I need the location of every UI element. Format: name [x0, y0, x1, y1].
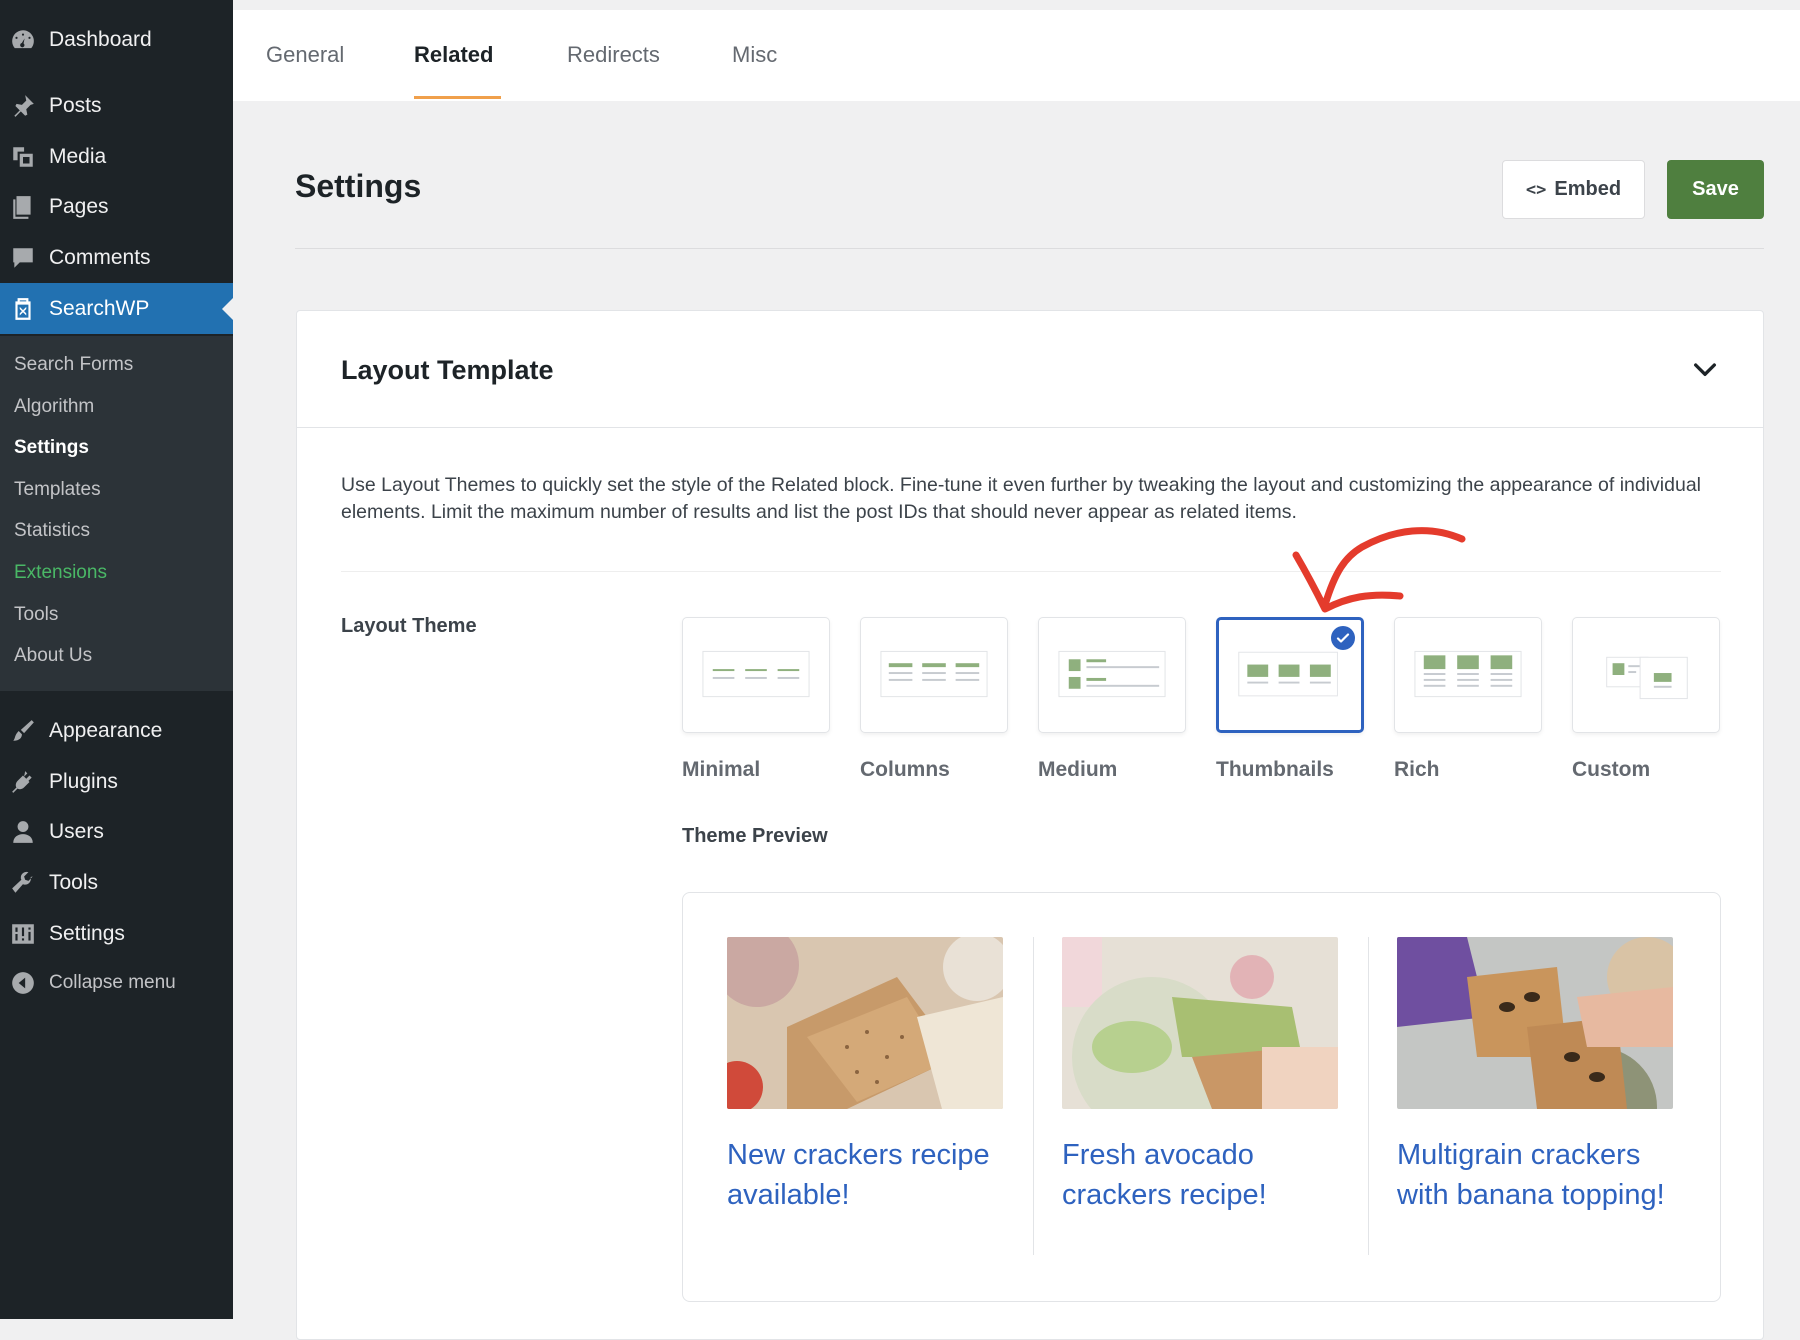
active-pointer [222, 297, 233, 320]
tab-related[interactable]: Related [414, 42, 493, 68]
active-tab-underline [414, 96, 501, 99]
theme-label-custom[interactable]: Custom [1572, 758, 1650, 782]
theme-option-minimal[interactable] [682, 617, 830, 733]
submenu-extensions[interactable]: Extensions [14, 562, 107, 584]
theme-option-medium[interactable] [1038, 617, 1186, 733]
menu-label: Media [49, 145, 107, 168]
embed-label: Embed [1554, 178, 1622, 200]
preview-item: Fresh avocado crackers recipe! [1062, 937, 1338, 1215]
preview-image-crackers[interactable] [727, 937, 1003, 1109]
menu-item-users[interactable]: Users [0, 809, 233, 855]
card-title: Layout Template [341, 355, 554, 385]
custom-layout-icon [1606, 656, 1688, 700]
theme-option-thumbnails[interactable] [1216, 617, 1364, 733]
theme-preview-box: New crackers recipe available! Fresh avo… [682, 892, 1721, 1302]
tab-general[interactable]: General [266, 42, 344, 68]
pin-icon [9, 92, 37, 120]
preview-separator [1368, 937, 1369, 1255]
theme-label-minimal[interactable]: Minimal [682, 758, 760, 782]
menu-label: Appearance [49, 719, 163, 742]
submenu-algorithm[interactable]: Algorithm [14, 396, 94, 418]
theme-option-custom[interactable] [1572, 617, 1720, 733]
dashboard-icon [9, 26, 37, 54]
submenu-settings[interactable]: Settings [14, 437, 89, 459]
layout-template-card: Layout Template Use Layout Themes to qui… [296, 310, 1764, 1340]
menu-label: Settings [49, 922, 125, 945]
menu-item-settings[interactable]: Settings [0, 911, 233, 957]
brush-icon [9, 717, 37, 745]
preview-separator [1033, 937, 1034, 1255]
columns-layout-icon [880, 650, 988, 698]
minimal-layout-icon [702, 650, 810, 698]
submenu-search-forms[interactable]: Search Forms [14, 354, 133, 376]
preview-image-banana[interactable] [1397, 937, 1673, 1109]
description-divider [341, 571, 1721, 572]
theme-option-rich[interactable] [1394, 617, 1542, 733]
theme-option-columns[interactable] [860, 617, 1008, 733]
rich-layout-icon [1414, 650, 1522, 698]
embed-button[interactable]: <> Embed [1502, 160, 1645, 219]
menu-label: SearchWP [49, 296, 150, 320]
collapse-arrow-icon [9, 969, 37, 997]
menu-item-searchwp[interactable]: SearchWP [0, 283, 233, 334]
card-divider [297, 427, 1763, 428]
searchwp-submenu: Search Forms Algorithm Settings Template… [0, 336, 233, 691]
menu-item-pages[interactable]: Pages [0, 184, 233, 230]
submenu-tools[interactable]: Tools [14, 604, 58, 626]
menu-item-media[interactable]: Media [0, 134, 233, 180]
layout-theme-label: Layout Theme [341, 615, 477, 637]
theme-label-thumbnails[interactable]: Thumbnails [1216, 758, 1334, 782]
preview-image-avocado[interactable] [1062, 937, 1338, 1109]
theme-label-columns[interactable]: Columns [860, 758, 950, 782]
medium-layout-icon [1058, 650, 1166, 698]
searchwp-icon [9, 295, 37, 323]
header-divider [295, 248, 1764, 249]
menu-label: Pages [49, 195, 109, 218]
chevron-down-icon[interactable] [1689, 353, 1721, 385]
menu-label: Tools [49, 871, 99, 894]
menu-item-tools[interactable]: Tools [0, 860, 233, 906]
submenu-statistics[interactable]: Statistics [14, 520, 90, 542]
menu-item-posts[interactable]: Posts [0, 83, 233, 129]
user-icon [9, 818, 37, 846]
submenu-about-us[interactable]: About Us [14, 645, 92, 667]
page-title: Settings [295, 168, 422, 204]
menu-label: Posts [49, 94, 102, 117]
code-icon: <> [1525, 179, 1547, 200]
menu-item-plugins[interactable]: Plugins [0, 759, 233, 805]
card-description: Use Layout Themes to quickly set the sty… [341, 474, 1702, 523]
menu-item-comments[interactable]: Comments [0, 235, 233, 281]
menu-label: Comments [49, 246, 151, 269]
preview-title-link[interactable]: Fresh avocado crackers recipe! [1062, 1135, 1338, 1215]
theme-label-medium[interactable]: Medium [1038, 758, 1117, 782]
menu-label: Users [49, 820, 104, 843]
preview-item: New crackers recipe available! [727, 937, 1003, 1215]
menu-label: Plugins [49, 770, 118, 793]
preview-item: Multigrain crackers with banana topping! [1397, 937, 1673, 1215]
tab-redirects[interactable]: Redirects [567, 42, 660, 68]
red-arrow-annotation [1292, 527, 1466, 613]
pages-icon [9, 193, 37, 221]
menu-item-dashboard[interactable]: Dashboard [0, 17, 233, 63]
menu-label: Collapse menu [49, 972, 176, 993]
plug-icon [9, 768, 37, 796]
admin-sidebar: Dashboard Posts Media Pages Comments Sea… [0, 0, 233, 1319]
sliders-icon [9, 920, 37, 948]
media-icon [9, 143, 37, 171]
menu-label: Dashboard [49, 28, 152, 51]
submenu-templates[interactable]: Templates [14, 479, 101, 501]
tab-misc[interactable]: Misc [732, 42, 777, 68]
preview-title-link[interactable]: Multigrain crackers with banana topping! [1397, 1135, 1673, 1215]
wrench-icon [9, 869, 37, 897]
theme-preview-label: Theme Preview [682, 825, 828, 847]
save-button[interactable]: Save [1667, 160, 1764, 219]
check-icon [1331, 626, 1355, 650]
theme-label-rich[interactable]: Rich [1394, 758, 1440, 782]
comment-icon [9, 244, 37, 272]
settings-tabs: General Related Redirects Misc [233, 10, 1800, 101]
menu-item-appearance[interactable]: Appearance [0, 708, 233, 754]
top-strip [233, 0, 1800, 10]
collapse-menu-button[interactable]: Collapse menu [0, 960, 233, 1006]
preview-title-link[interactable]: New crackers recipe available! [727, 1135, 1003, 1215]
